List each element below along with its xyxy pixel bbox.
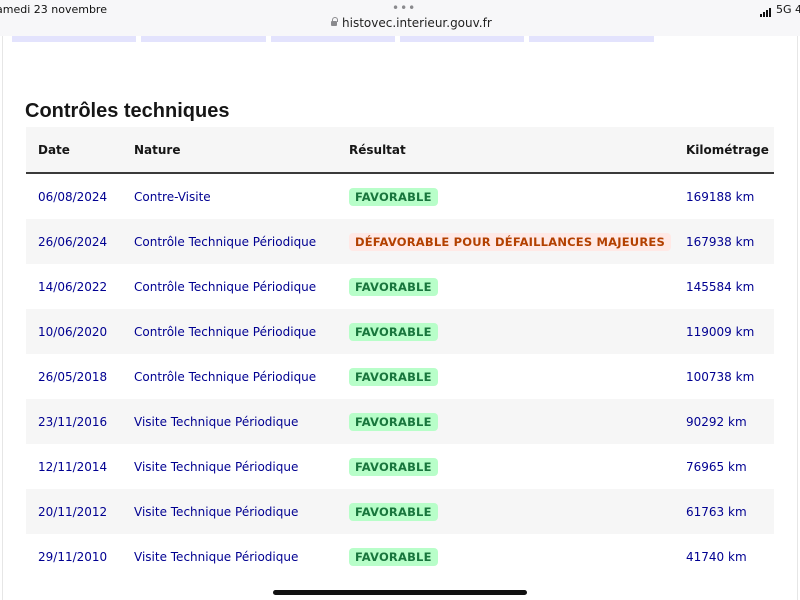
home-indicator[interactable] <box>273 590 527 595</box>
nav-strip-segment <box>12 36 142 42</box>
cell-nature: Visite Technique Périodique <box>134 549 299 564</box>
cell-mileage: 167938 km <box>686 234 755 249</box>
cell-mileage: 61763 km <box>686 504 747 519</box>
cell-result: FAVORABLE <box>349 534 438 579</box>
table-row: 26/06/2024 Contrôle Technique Périodique D… <box>26 219 774 264</box>
header-date: Date <box>38 142 70 157</box>
cell-nature: Visite Technique Périodique <box>134 504 299 519</box>
cell-result: FAVORABLE <box>349 399 438 444</box>
network-label: 5G <box>776 3 792 16</box>
header-nature: Nature <box>134 142 181 157</box>
cell-nature: Contrôle Technique Périodique <box>134 279 317 294</box>
table-row: 20/11/2012 Visite Technique Périodique FAV… <box>26 489 774 534</box>
cell-nature: Contrôle Technique Périodique <box>134 324 317 339</box>
browser-status-bar: amedi 23 novembre ••• histovec.interieur… <box>0 0 800 36</box>
nav-strip-segment <box>399 36 530 42</box>
cell-date: 14/06/2022 <box>38 279 108 294</box>
cell-nature: Visite Technique Périodique <box>134 459 299 474</box>
cell-result: FAVORABLE <box>349 489 438 534</box>
cell-result: FAVORABLE <box>349 309 438 354</box>
cell-date: 12/11/2014 <box>38 459 108 474</box>
cell-mileage: 76965 km <box>686 459 747 474</box>
cell-mileage: 41740 km <box>686 549 747 564</box>
table-row: 29/11/2010 Visite Technique Périodique FAV… <box>26 534 774 579</box>
table-row: 14/06/2022 Contrôle Technique Périodique F… <box>26 264 774 309</box>
result-badge: FAVORABLE <box>349 457 438 476</box>
result-badge: FAVORABLE <box>349 277 438 296</box>
result-badge: DÉFAVORABLE POUR DÉFAILLANCES MAJEURES <box>349 232 671 251</box>
table-row: 23/11/2016 Visite Technique Périodique FAV… <box>26 399 774 444</box>
cell-result: DÉFAVORABLE POUR DÉFAILLANCES MAJEURES <box>349 219 671 264</box>
status-indicators: 5G 4 <box>760 3 800 17</box>
cell-nature: Contre-Visite <box>134 189 211 204</box>
cell-date: 26/06/2024 <box>38 234 108 249</box>
url-text: histovec.interieur.gouv.fr <box>342 16 492 30</box>
result-badge: FAVORABLE <box>349 322 438 341</box>
nav-strip-segment <box>270 36 400 42</box>
technical-inspections-table: Date Nature Résultat Kilométrage 06/08/2… <box>26 127 774 579</box>
cell-nature: Contrôle Technique Périodique <box>134 234 317 249</box>
cell-nature: Visite Technique Périodique <box>134 414 299 429</box>
cell-date: 23/11/2016 <box>38 414 108 429</box>
header-result: Résultat <box>349 142 406 157</box>
more-dots-icon[interactable]: ••• <box>392 1 416 15</box>
cell-date: 10/06/2020 <box>38 324 108 339</box>
cell-mileage: 169188 km <box>686 189 755 204</box>
result-badge: FAVORABLE <box>349 502 438 521</box>
nav-strip-segment <box>141 36 271 42</box>
table-row: 10/06/2020 Contrôle Technique Périodique F… <box>26 309 774 354</box>
status-date: amedi 23 novembre <box>0 3 107 16</box>
table-row: 06/08/2024 Contre-Visite FAVORABLE 169188 k… <box>26 174 774 219</box>
cell-result: FAVORABLE <box>349 354 438 399</box>
cell-mileage: 90292 km <box>686 414 747 429</box>
cell-result: FAVORABLE <box>349 264 438 309</box>
nav-strip-segment <box>529 36 659 42</box>
address-bar[interactable]: histovec.interieur.gouv.fr <box>331 16 492 30</box>
nav-strip <box>12 36 788 42</box>
battery-partial: 4 <box>795 3 800 16</box>
result-badge: FAVORABLE <box>349 412 438 431</box>
table-row: 26/05/2018 Contrôle Technique Périodique F… <box>26 354 774 399</box>
result-badge: FAVORABLE <box>349 187 438 206</box>
cell-date: 06/08/2024 <box>38 189 108 204</box>
cell-nature: Contrôle Technique Périodique <box>134 369 317 384</box>
signal-icon <box>760 4 772 17</box>
result-badge: FAVORABLE <box>349 367 438 386</box>
section-title: Contrôles techniques <box>25 100 230 122</box>
lock-icon <box>331 17 338 26</box>
cell-date: 29/11/2010 <box>38 549 108 564</box>
result-badge: FAVORABLE <box>349 547 438 566</box>
cell-result: FAVORABLE <box>349 174 438 219</box>
table-body: 06/08/2024 Contre-Visite FAVORABLE 169188 k… <box>26 174 774 579</box>
header-mileage: Kilométrage <box>686 142 769 157</box>
cell-date: 26/05/2018 <box>38 369 108 384</box>
cell-mileage: 145584 km <box>686 279 755 294</box>
table-row: 12/11/2014 Visite Technique Périodique FAV… <box>26 444 774 489</box>
cell-date: 20/11/2012 <box>38 504 108 519</box>
table-header: Date Nature Résultat Kilométrage <box>26 127 774 174</box>
nav-strip-segment <box>658 36 788 42</box>
cell-result: FAVORABLE <box>349 444 438 489</box>
cell-mileage: 100738 km <box>686 369 755 384</box>
cell-mileage: 119009 km <box>686 324 755 339</box>
